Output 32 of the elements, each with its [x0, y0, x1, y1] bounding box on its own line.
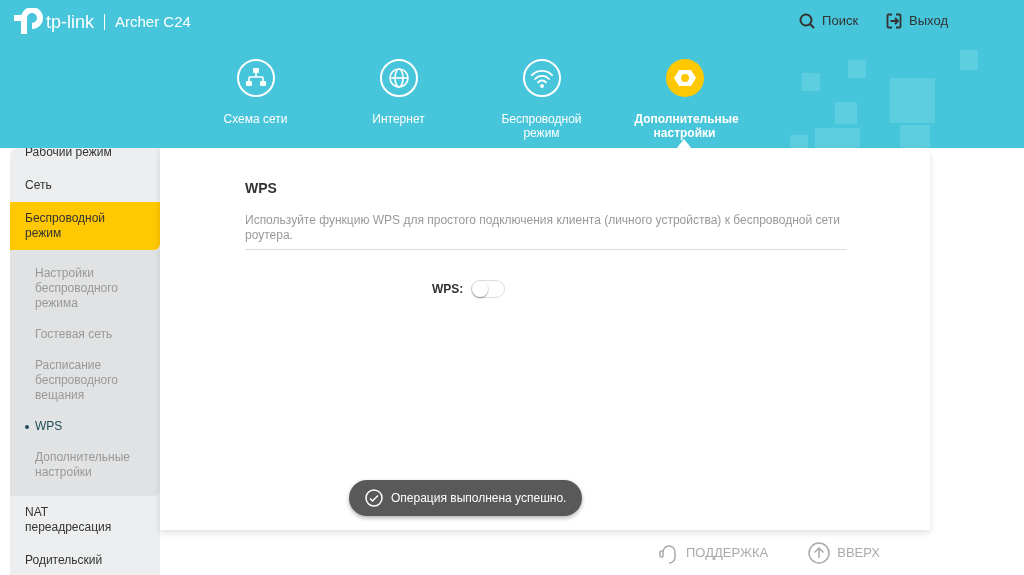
support-link[interactable]: ПОДДЕРЖКА [659, 541, 769, 564]
submenu-item[interactable]: WPS [10, 411, 160, 442]
back-to-top-link[interactable]: ВВЕРХ [808, 541, 880, 564]
logout-icon [886, 13, 903, 29]
submenu-item[interactable]: Дополнительные настройки [10, 442, 160, 488]
wps-toggle[interactable] [471, 280, 506, 298]
bullet-icon [25, 425, 29, 429]
nav-tab[interactable]: Интернет [327, 58, 470, 148]
model-name: Archer C24 [115, 11, 191, 32]
gear-icon [664, 58, 705, 98]
section-title: WPS [245, 179, 278, 198]
submenu-item[interactable]: Настройки беспроводного режима [10, 258, 160, 319]
sidebar-item[interactable]: Сеть [10, 169, 160, 202]
logout-button[interactable]: Выход [886, 11, 948, 31]
network-icon [235, 58, 276, 98]
toast-message: Операция выполнена успешно. [391, 490, 567, 507]
submenu-item[interactable]: Расписание беспроводного вещания [10, 350, 160, 411]
wifi-icon [521, 58, 562, 98]
globe-icon [378, 58, 419, 98]
wps-label: WPS: [432, 281, 464, 298]
section-description: Используйте функцию WPS для простого подключения клиента (личного устройства) к беспроводной сети роутера. [245, 213, 847, 250]
submenu-item[interactable]: Гостевая сеть [10, 319, 160, 350]
brand-name: tp-link [46, 10, 94, 34]
check-circle-icon [365, 489, 383, 507]
nav-tab[interactable]: Схема сети [184, 58, 327, 148]
sidebar-item[interactable]: Беспроводной режим [10, 202, 160, 250]
sidebar-item[interactable]: Родительский [10, 544, 160, 575]
search-icon [799, 13, 816, 29]
sidebar-item[interactable]: NAT переадресация [10, 496, 160, 544]
nav-tab[interactable]: Беспроводной режим [470, 58, 613, 148]
search-button[interactable]: Поиск [799, 11, 859, 31]
arrow-up-icon [808, 541, 831, 564]
